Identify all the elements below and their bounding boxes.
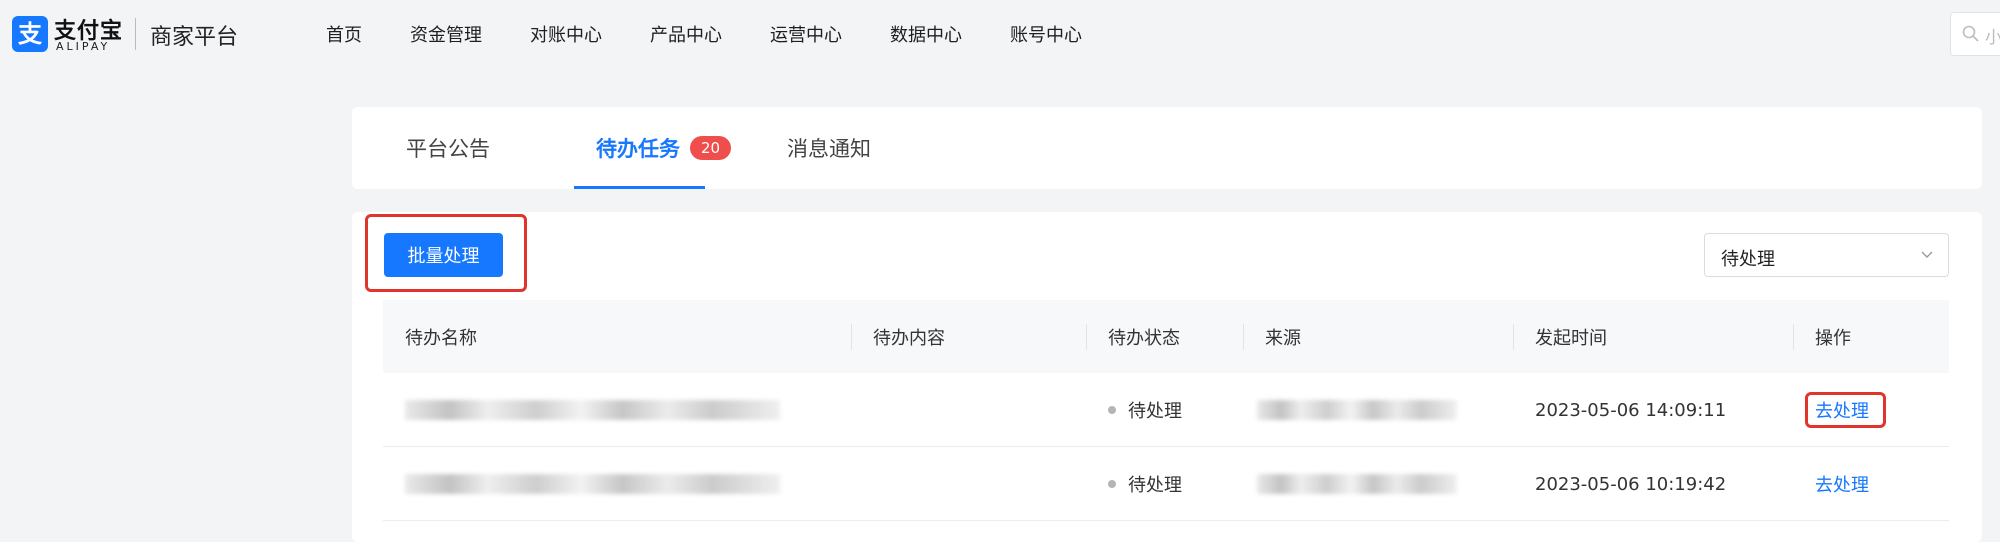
column-divider xyxy=(1086,324,1087,350)
search-placeholder: 小 xyxy=(1985,28,2000,48)
nav-item-home[interactable]: 首页 xyxy=(326,21,362,47)
chevron-down-icon xyxy=(1921,251,1933,258)
table-row: 待处理 2023-05-06 14:09:11 去处理 xyxy=(383,373,1949,447)
redacted-source xyxy=(1257,400,1457,420)
process-link[interactable]: 去处理 xyxy=(1815,471,1869,497)
redacted-task-name xyxy=(405,400,780,420)
column-divider xyxy=(1243,324,1244,350)
active-tab-indicator xyxy=(574,186,705,189)
redacted-source xyxy=(1257,474,1457,494)
tab-label: 待办任务 xyxy=(596,137,680,161)
status-filter-select[interactable]: 待处理 xyxy=(1704,233,1949,277)
column-header-name: 待办名称 xyxy=(405,327,477,349)
table-row: 待处理 2023-05-06 10:19:42 去处理 xyxy=(383,447,1949,521)
action-cell: 去处理 xyxy=(1815,447,1869,521)
status-text: 待处理 xyxy=(1128,401,1182,422)
status-dot-icon xyxy=(1108,406,1116,414)
status-filter-value: 待处理 xyxy=(1721,249,1775,270)
main-nav: 首页 资金管理 对账中心 产品中心 运营中心 数据中心 账号中心 xyxy=(326,0,1130,68)
nav-item-reconciliation[interactable]: 对账中心 xyxy=(530,21,602,47)
start-time-cell: 2023-05-06 10:19:42 xyxy=(1535,473,1727,495)
logo-english-text: ALIPAY xyxy=(56,40,111,53)
tabs-bar: 平台公告 待办任务 20 消息通知 xyxy=(352,107,1982,189)
nav-item-products[interactable]: 产品中心 xyxy=(650,21,722,47)
status-cell: 待处理 xyxy=(1108,447,1182,521)
table-header: 待办名称 待办内容 待办状态 来源 发起时间 操作 xyxy=(383,300,1949,373)
column-divider xyxy=(851,324,852,350)
process-link-highlight xyxy=(1805,392,1886,428)
nav-item-operations[interactable]: 运营中心 xyxy=(770,21,842,47)
alipay-logo-icon[interactable]: 支 xyxy=(12,16,48,52)
top-bar: 支 支付宝 ALIPAY 商家平台 首页 资金管理 对账中心 产品中心 运营中心… xyxy=(0,0,2000,68)
column-header-action: 操作 xyxy=(1815,327,1851,349)
column-header-source: 来源 xyxy=(1265,327,1301,349)
nav-item-funds[interactable]: 资金管理 xyxy=(410,21,482,47)
platform-title: 商家平台 xyxy=(150,25,239,50)
tab-platform-announcements[interactable]: 平台公告 xyxy=(406,107,490,189)
tab-label: 消息通知 xyxy=(787,137,871,161)
tab-todo-tasks[interactable]: 待办任务 20 xyxy=(596,107,732,189)
column-divider xyxy=(1513,324,1514,350)
todo-count-badge: 20 xyxy=(690,136,732,160)
start-time-cell: 2023-05-06 14:09:11 xyxy=(1535,399,1727,421)
status-cell: 待处理 xyxy=(1108,373,1182,447)
logo-divider xyxy=(135,18,136,50)
search-input[interactable]: 小 xyxy=(1950,12,2000,56)
status-text: 待处理 xyxy=(1128,475,1182,496)
nav-item-account[interactable]: 账号中心 xyxy=(1010,21,1082,47)
redacted-task-name xyxy=(405,474,780,494)
search-icon xyxy=(1962,25,1979,42)
column-header-start-time: 发起时间 xyxy=(1535,327,1607,349)
batch-button-highlight xyxy=(365,214,527,292)
status-dot-icon xyxy=(1108,480,1116,488)
tab-label: 平台公告 xyxy=(406,137,490,161)
tab-message-notifications[interactable]: 消息通知 xyxy=(787,107,871,189)
column-header-status: 待办状态 xyxy=(1108,327,1180,349)
column-header-content: 待办内容 xyxy=(873,327,945,349)
column-divider xyxy=(1793,324,1794,350)
nav-item-data[interactable]: 数据中心 xyxy=(890,21,962,47)
